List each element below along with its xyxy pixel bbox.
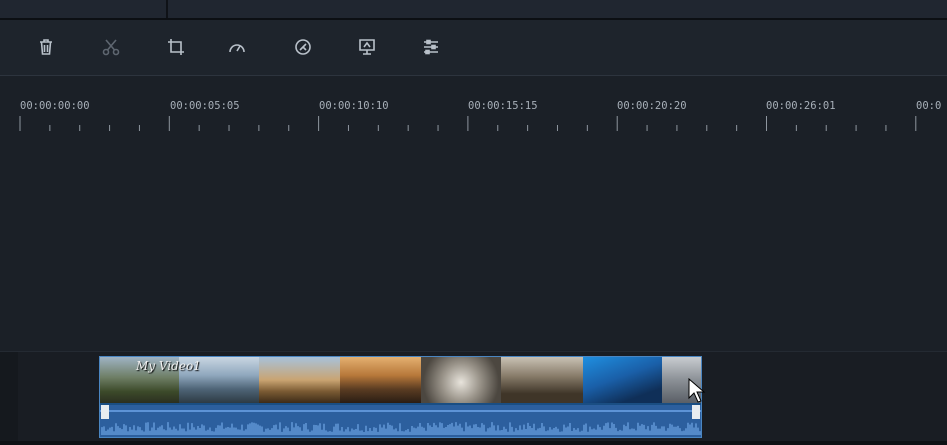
waveform-bars	[101, 422, 701, 435]
ruler-ticks	[19, 116, 917, 131]
palette-icon	[295, 39, 311, 55]
timeline-panel: 00:00:00:00 00:00:05:05 00:00:10:10 00:0…	[0, 0, 947, 445]
timeline-bottom-edge	[0, 441, 947, 445]
thumbnail	[421, 357, 501, 403]
waveform-graphic	[100, 410, 701, 435]
split-button[interactable]	[98, 34, 124, 60]
thumbnail	[340, 357, 421, 403]
crop-icon	[168, 39, 184, 55]
trash-icon	[40, 39, 52, 55]
clip-trim-handle-left[interactable]	[101, 405, 109, 419]
thumbnail	[501, 357, 583, 403]
panel-divider[interactable]	[166, 0, 168, 18]
preview-bottom-strip	[0, 0, 947, 20]
scissors-icon	[102, 39, 120, 56]
audio-waveform	[100, 405, 701, 437]
crop-button[interactable]	[163, 34, 189, 60]
adjust-button[interactable]	[418, 34, 444, 60]
clip-trim-handle-right[interactable]	[692, 405, 700, 419]
sliders-icon	[424, 39, 438, 55]
presentation-icon	[359, 39, 375, 55]
thumbnail	[259, 357, 340, 403]
clip-title: My Video1	[136, 359, 201, 373]
time-ruler[interactable]: 00:00:00:00 00:00:05:05 00:00:10:10 00:0…	[0, 76, 947, 136]
track-header	[0, 352, 18, 442]
color-button[interactable]	[290, 34, 316, 60]
delete-button[interactable]	[33, 34, 59, 60]
clip-thumbnails: My Video1	[100, 357, 701, 403]
timeline-toolbar	[0, 20, 947, 76]
mouse-cursor-icon	[688, 378, 706, 403]
green-screen-button[interactable]	[354, 34, 380, 60]
video-clip[interactable]: My Video1	[99, 356, 702, 438]
thumbnail	[583, 357, 662, 403]
speed-button[interactable]	[224, 34, 250, 60]
speedometer-icon	[229, 44, 245, 53]
empty-track-area[interactable]	[0, 136, 947, 351]
video-track[interactable]: My Video1	[0, 351, 947, 442]
